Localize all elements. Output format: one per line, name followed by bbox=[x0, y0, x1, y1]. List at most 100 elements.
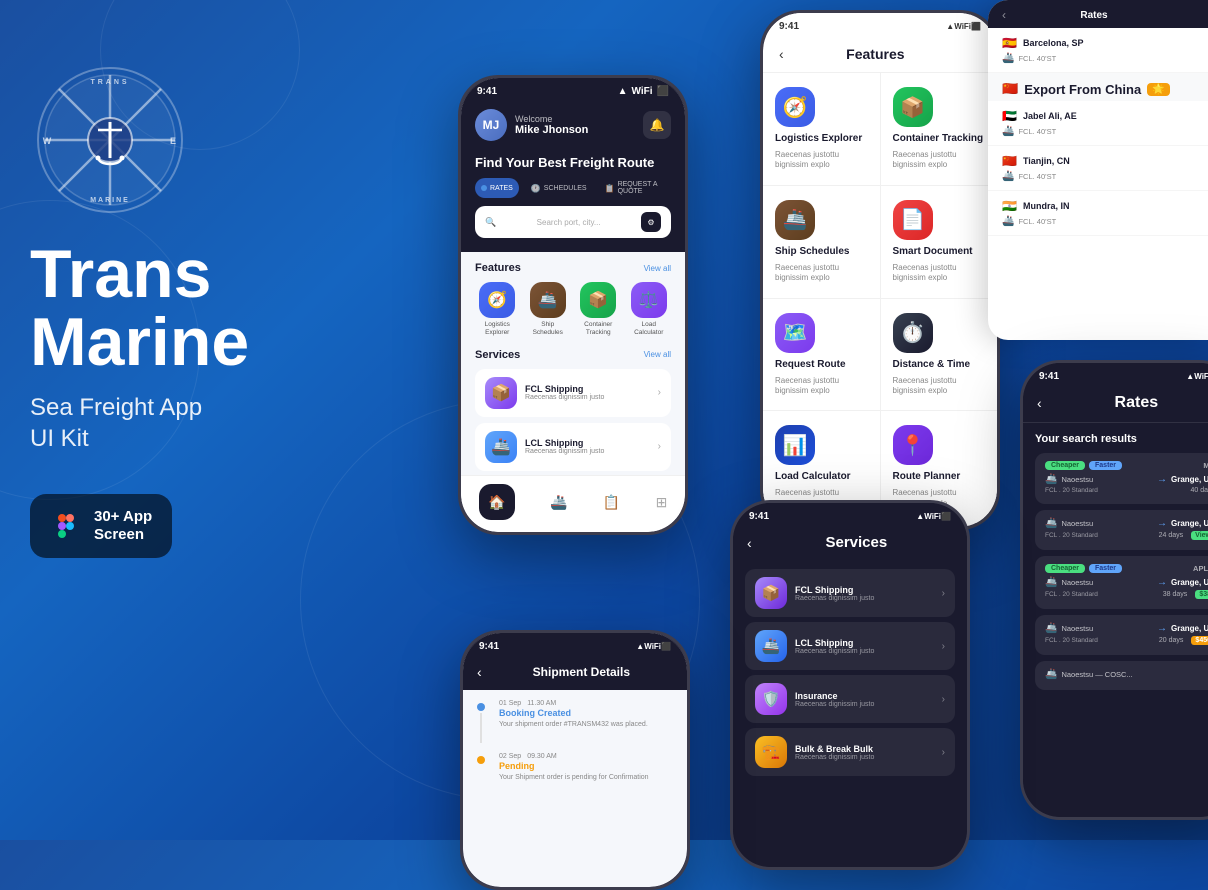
feat-container-tracking[interactable]: 📦 Container Tracking Raecenas justottu b… bbox=[881, 73, 998, 185]
main-content: Features View all 🧭 Logistics Explorer 🚢… bbox=[461, 252, 685, 481]
tab-bar: RATES 🕐 SCHEDULES 📋 REQUEST A QUOTE bbox=[475, 178, 671, 198]
badge-faster-3: Faster bbox=[1089, 564, 1122, 573]
rate-card-cosco[interactable]: 🚢 Naoestsu — COSC... bbox=[1035, 661, 1208, 690]
badge-cheaper-1: Cheaper bbox=[1045, 461, 1085, 470]
view-btn[interactable]: View bbox=[1191, 531, 1208, 540]
china-flag: 🇨🇳 bbox=[1002, 81, 1018, 97]
svg-text:TRANS: TRANS bbox=[90, 79, 129, 86]
svc-bulk[interactable]: 🏗️ Bulk & Break Bulk Raecenas dignissim … bbox=[745, 728, 955, 776]
nav-home[interactable]: 🏠 bbox=[479, 484, 515, 520]
back-button[interactable]: ‹ bbox=[779, 46, 784, 62]
main-header: MJ Welcome Mike Jhonson 🔔 bbox=[461, 101, 685, 155]
service-lcl[interactable]: 🚢 LCL Shipping Raecenas dignissim justo … bbox=[475, 423, 671, 471]
notification-icon-btn[interactable]: 🔔 bbox=[643, 111, 671, 139]
timeline-pending: 02 Sep 09.30 AM Pending Your Shipment or… bbox=[477, 753, 673, 782]
brand-section: TRANS MARINE W E Trans Marine Sea Freigh… bbox=[30, 60, 410, 558]
rates-status-bar: 9:41 ▲WiFi⬛ bbox=[1023, 363, 1208, 386]
service-fcl[interactable]: 📦 FCL Shipping Raecenas dignissim justo … bbox=[475, 369, 671, 417]
feature-load-calc[interactable]: ⚖️ Load Calculator bbox=[627, 282, 672, 337]
user-name: Mike Jhonson bbox=[515, 124, 588, 136]
feature-ship-schedules[interactable]: 🚢 Ship Schedules bbox=[526, 282, 571, 337]
tianjin-flag: 🇨🇳 bbox=[1002, 154, 1017, 168]
export-title: 🇨🇳 Export From China 🌟 bbox=[1002, 81, 1194, 97]
services-view-all[interactable]: View all bbox=[644, 350, 671, 359]
bottom-nav: 🏠 🚢 📋 ⊞ bbox=[461, 475, 685, 532]
features-grid: 🧭 Logistics Explorer 🚢 Ship Schedules 📦 … bbox=[475, 282, 671, 337]
ship-icon-jabel: 🚢 bbox=[1002, 126, 1014, 137]
rate-card-4[interactable]: 🚢 Naoestsu → Grange, UK FCL . 20 Standar… bbox=[1035, 615, 1208, 655]
nav-ship[interactable]: 🚢 bbox=[550, 494, 567, 511]
badge-faster-1: Faster bbox=[1089, 461, 1122, 470]
shipment-content: 01 Sep 11.30 AM Booking Created Your shi… bbox=[463, 690, 687, 802]
rate-card-3[interactable]: Cheaper Faster APL S 🚢 Naoestsu → Grange… bbox=[1035, 556, 1208, 609]
rate-card-1[interactable]: Cheaper Faster MA 🚢 Naoestsu → Grange, U… bbox=[1035, 453, 1208, 504]
ship-icon-cosco: 🚢 bbox=[1045, 669, 1057, 680]
svc-insurance[interactable]: 🛡️ Insurance Raecenas dignissim justo › bbox=[745, 675, 955, 723]
shipment-back-button[interactable]: ‹ bbox=[477, 664, 482, 680]
shipment-header: ‹ Shipment Details bbox=[463, 656, 687, 690]
rates-phone: 9:41 ▲WiFi⬛ ‹ Rates Your search results … bbox=[1020, 360, 1208, 820]
feat-distance-time[interactable]: ⏱️ Distance & Time Raecenas justottu big… bbox=[881, 299, 998, 411]
shipment-status-bar: 9:41 ▲WiFi⬛ bbox=[463, 633, 687, 656]
feat-ship-schedules[interactable]: 🚢 Ship Schedules Raecenas justottu bigni… bbox=[763, 186, 880, 298]
services-list: 📦 FCL Shipping Raecenas dignissim justo … bbox=[475, 369, 671, 471]
service-arrow-1: › bbox=[658, 387, 661, 398]
price-badge-4: $450 bbox=[1191, 636, 1208, 645]
svc-arrow-fcl: › bbox=[942, 588, 945, 599]
tab-schedules[interactable]: 🕐 SCHEDULES bbox=[525, 178, 593, 198]
rate-card-2[interactable]: 🚢 Naoestsu → Grange, UK FCL . 20 Standar… bbox=[1035, 510, 1208, 550]
ship-icon-rate4: 🚢 bbox=[1045, 623, 1057, 634]
freight-title: Find Your Best Freight Route bbox=[475, 155, 671, 170]
tab-request[interactable]: 📋 REQUEST A QUOTE bbox=[599, 178, 671, 198]
features-section-header: Features View all bbox=[475, 262, 671, 274]
feat-smart-document[interactable]: 📄 Smart Document Raecenas justottu bigni… bbox=[881, 186, 998, 298]
features-view-all[interactable]: View all bbox=[644, 264, 671, 273]
services-status-bar: 9:41 ▲WiFi⬛ bbox=[733, 503, 967, 526]
filter-button[interactable]: ⚙ bbox=[641, 212, 661, 232]
welcome-text: Welcome bbox=[515, 114, 588, 124]
services-list-dark: 📦 FCL Shipping Raecenas dignissim justo … bbox=[733, 561, 967, 784]
ship-icon-rate3: 🚢 bbox=[1045, 577, 1057, 588]
feature-container[interactable]: 📦 Container Tracking bbox=[576, 282, 621, 337]
export-tianjin[interactable]: 🇨🇳 Tianjin, CN 🚢 FCL. 40'ST bbox=[988, 146, 1208, 191]
svg-text:E: E bbox=[170, 136, 176, 146]
nav-list[interactable]: 📋 bbox=[603, 494, 620, 511]
ship-icon-tianjin: 🚢 bbox=[1002, 171, 1014, 182]
nav-grid[interactable]: ⊞ bbox=[656, 494, 668, 511]
features-full-grid: 🧭 Logistics Explorer Raecenas justottu b… bbox=[763, 73, 997, 523]
figma-badge: 30+ App Screen bbox=[30, 494, 172, 558]
services-header: ‹ Services bbox=[733, 526, 967, 561]
tab-rates[interactable]: RATES bbox=[475, 178, 519, 198]
feat-logistics-explorer[interactable]: 🧭 Logistics Explorer Raecenas justottu b… bbox=[763, 73, 880, 185]
badge-text: 30+ App Screen bbox=[94, 508, 152, 544]
feat-request-route[interactable]: 🗺️ Request Route Raecenas justottu bigni… bbox=[763, 299, 880, 411]
export-barcelona[interactable]: 🇪🇸 Barcelona, SP 🚢 FCL. 40'ST bbox=[988, 28, 1208, 73]
search-bar[interactable]: 🔍 Search port, city... ⚙ bbox=[475, 206, 671, 238]
feature-logistics[interactable]: 🧭 Logistics Explorer bbox=[475, 282, 520, 337]
rates-back-button[interactable]: ‹ bbox=[1037, 395, 1042, 411]
rates-content: Your search results Cheaper Faster MA 🚢 … bbox=[1023, 423, 1208, 706]
services-section-header: Services View all bbox=[475, 349, 671, 361]
features-page-title: Features bbox=[846, 46, 904, 62]
ship-icon-barcelona: 🚢 bbox=[1002, 53, 1014, 64]
search-placeholder: Search port, city... bbox=[537, 218, 601, 227]
export-mundra[interactable]: 🇮🇳 Mundra, IN 🚢 FCL. 40'ST bbox=[988, 191, 1208, 236]
services-back-button[interactable]: ‹ bbox=[747, 535, 752, 551]
timeline-booking: 01 Sep 11.30 AM Booking Created Your shi… bbox=[477, 700, 673, 743]
logo-container: TRANS MARINE W E bbox=[30, 60, 190, 220]
svc-fcl[interactable]: 📦 FCL Shipping Raecenas dignissim justo … bbox=[745, 569, 955, 617]
mundra-flag: 🇮🇳 bbox=[1002, 199, 1017, 213]
price-badge-3: $38 bbox=[1195, 590, 1208, 599]
export-card: ‹ Rates 🇪🇸 Barcelona, SP 🚢 FCL. 40'ST 🇨🇳… bbox=[988, 0, 1208, 340]
barcelona-flag: 🇪🇸 bbox=[1002, 36, 1017, 50]
features-phone-header: ‹ Features bbox=[763, 36, 997, 73]
shipment-phone: 9:41 ▲WiFi⬛ ‹ Shipment Details 01 Sep 11… bbox=[460, 630, 690, 890]
jabel-ali-flag: 🇦🇪 bbox=[1002, 109, 1017, 123]
svc-arrow-bulk: › bbox=[942, 747, 945, 758]
status-bar-main: 9:41 ▲WiFi⬛ bbox=[461, 78, 685, 101]
services-phone: 9:41 ▲WiFi⬛ ‹ Services 📦 FCL Shipping Ra… bbox=[730, 500, 970, 870]
ship-icon-mundra: 🚢 bbox=[1002, 216, 1014, 227]
export-jabel-ali[interactable]: 🇦🇪 Jabel Ali, AE 🚢 FCL. 40'ST bbox=[988, 101, 1208, 146]
svc-lcl[interactable]: 🚢 LCL Shipping Raecenas dignissim justo … bbox=[745, 622, 955, 670]
main-phone: 9:41 ▲WiFi⬛ MJ Welcome Mike Jhonson 🔔 Fi… bbox=[458, 75, 688, 535]
